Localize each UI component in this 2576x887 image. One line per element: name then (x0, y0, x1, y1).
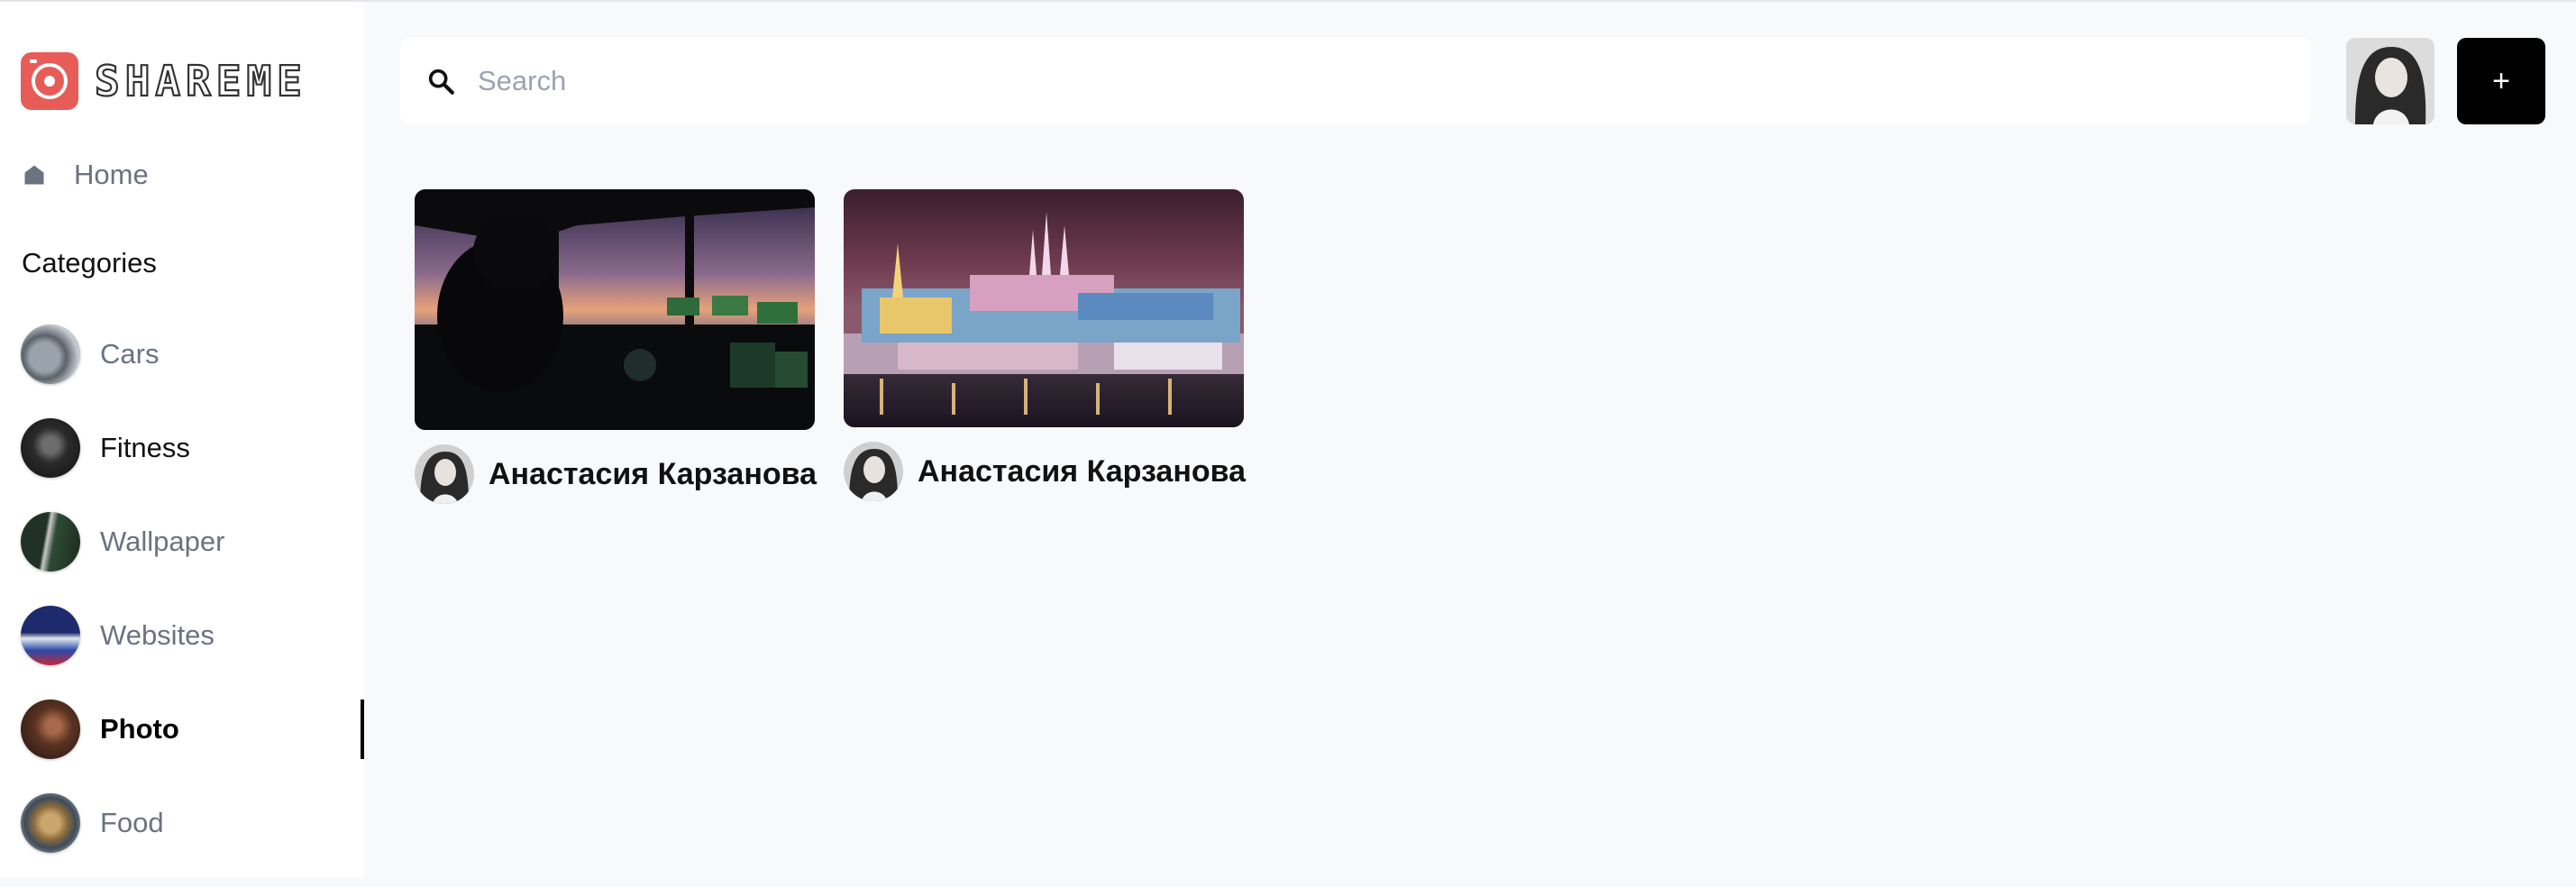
fitness-thumbnail (21, 418, 80, 478)
cockpit-photo (415, 189, 815, 430)
home-icon (24, 165, 44, 185)
app-logo[interactable]: SHAREME (21, 52, 307, 110)
search-input[interactable] (476, 64, 2192, 98)
cars-thumbnail (21, 325, 80, 384)
plus-icon: + (2492, 63, 2510, 98)
prague-castle-photo (844, 189, 1244, 427)
categories-heading: Categories (22, 247, 157, 279)
sidebar-item-photo[interactable]: Photo (21, 700, 364, 759)
sidebar: SHAREME Home Categories Cars Fitness Wal… (0, 2, 364, 878)
camera-icon (21, 52, 78, 110)
user-avatar[interactable] (2346, 38, 2434, 124)
photo-thumbnail (21, 700, 80, 759)
window-top-border (0, 0, 2576, 2)
food-thumbnail (21, 793, 80, 853)
category-label: Food (100, 807, 164, 838)
category-label: Fitness (100, 432, 190, 463)
add-pin-button[interactable]: + (2457, 38, 2545, 124)
author-name: Анастасия Карзанова (918, 453, 1246, 489)
pin-card[interactable]: Анастасия Карзанова (415, 189, 817, 504)
category-label: Wallpaper (100, 526, 225, 557)
category-label: Websites (100, 619, 215, 651)
category-list: Cars Fitness Wallpaper Websites Photo Fo… (21, 325, 364, 887)
pin-image[interactable] (415, 189, 815, 430)
author-avatar (415, 444, 474, 504)
wallpaper-thumbnail (21, 512, 80, 572)
sidebar-item-label: Home (74, 159, 149, 190)
sidebar-item-cars[interactable]: Cars (21, 325, 364, 384)
sidebar-item-home[interactable]: Home (22, 153, 149, 197)
author-avatar (844, 442, 903, 501)
search-icon (428, 69, 454, 95)
active-indicator (361, 700, 364, 759)
pin-author[interactable]: Анастасия Карзанова (415, 444, 817, 504)
search-bar (400, 38, 2311, 124)
pin-author[interactable]: Анастасия Карзанова (844, 442, 1246, 501)
sidebar-item-fitness[interactable]: Fitness (21, 418, 364, 478)
sidebar-item-food[interactable]: Food (21, 793, 364, 853)
sidebar-item-websites[interactable]: Websites (21, 606, 364, 665)
websites-thumbnail (21, 606, 80, 665)
category-label: Cars (100, 338, 160, 370)
pin-image[interactable] (844, 189, 1244, 427)
sidebar-item-wallpaper[interactable]: Wallpaper (21, 512, 364, 572)
author-name: Анастасия Карзанова (489, 456, 817, 491)
logo-text: SHAREME (94, 56, 307, 106)
user-avatar-image (2346, 38, 2434, 124)
category-label: Photo (100, 713, 179, 745)
pin-card[interactable]: Анастасия Карзанова (844, 189, 1246, 501)
